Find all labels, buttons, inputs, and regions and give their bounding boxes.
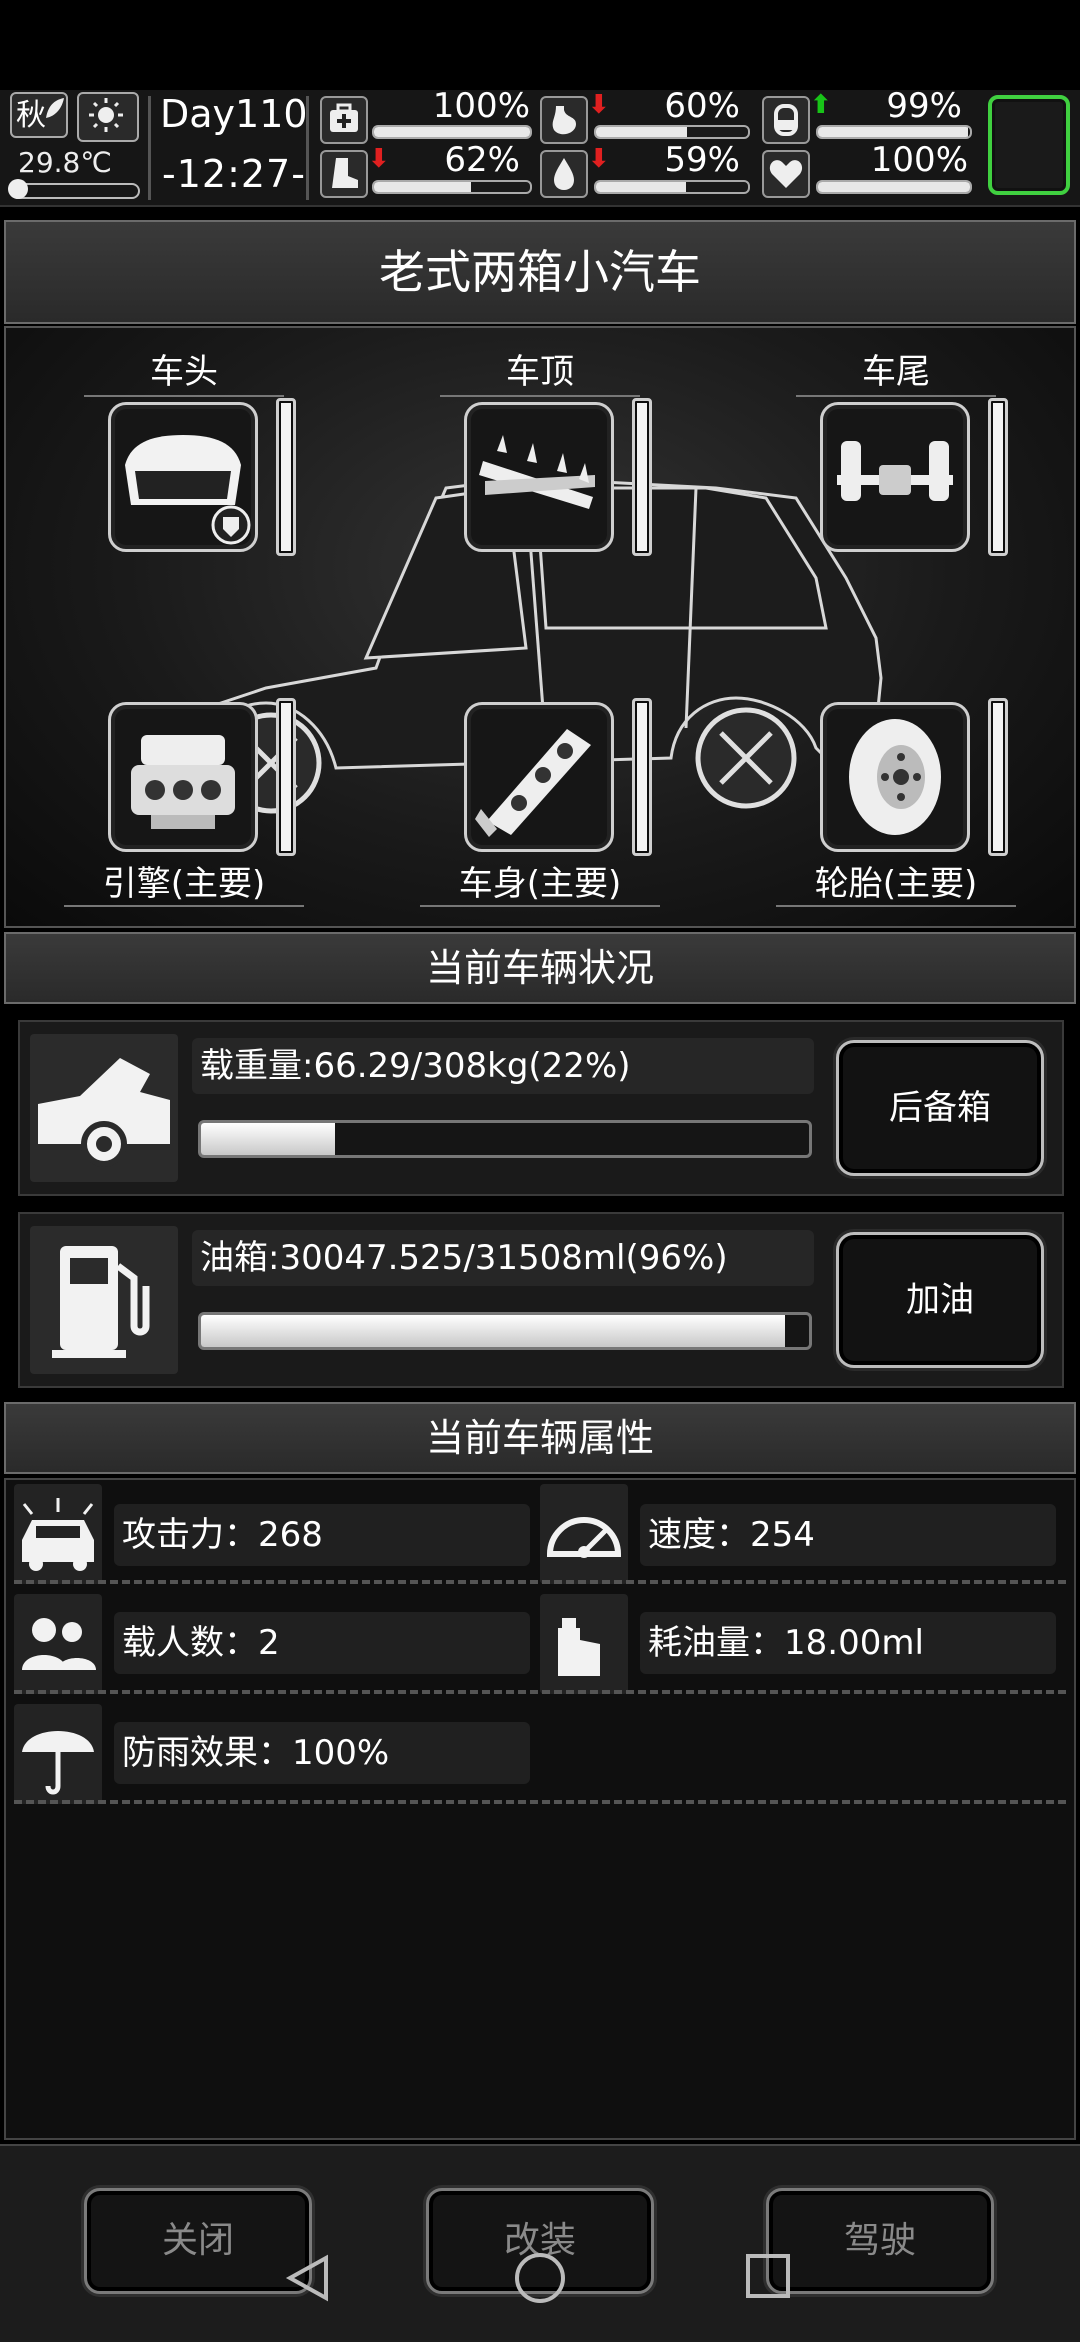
slot-engine-durability [276,698,296,856]
leaf-icon [46,98,64,118]
passengers-icon [14,1594,102,1694]
fatigue-bar [372,180,532,194]
health-bar [372,125,532,139]
slot-roof[interactable] [464,402,614,552]
rain-protection-stat: 防雨效果：100% [114,1722,530,1784]
slot-rear[interactable] [820,402,970,552]
health-value: 100% [432,86,530,126]
sun-icon [77,92,139,142]
season-badge: 秋 [10,92,68,138]
load-weight-text: 载重量:66.29/308kg(22%) [192,1038,814,1094]
hud-divider [148,96,151,200]
fuel-pump-icon [30,1226,178,1374]
rear-axle-icon [837,441,953,501]
thirst-value: 59% [664,140,740,180]
slot-front-durability [276,398,296,556]
chassis-icon [475,729,591,837]
slot-engine[interactable] [108,702,258,852]
divider [14,1690,1066,1694]
day-counter: Day110 [160,92,308,136]
slot-body-durability [632,698,652,856]
thirst-bar [594,180,750,194]
vehicle-name-title: 老式两箱小汽车 [4,220,1076,324]
fuel-tank-text: 油箱:30047.525/31508ml(96%) [192,1230,814,1286]
slot-tires-label: 轮胎(主要) [776,856,1016,907]
game-clock: -12:27- [162,152,306,196]
hud-divider [306,96,309,200]
slot-rear-label: 车尾 [796,344,996,397]
recents-icon [746,2254,790,2298]
tire-icon [849,719,941,835]
system-nav-bar [285,2253,790,2303]
slot-front-label: 车头 [84,344,284,397]
hunger-value: 60% [664,86,740,126]
slot-engine-label: 引擎(主要) [64,856,304,907]
attributes-section-title: 当前车辆属性 [4,1402,1076,1474]
speedometer-icon [540,1484,628,1584]
mood-value: 100% [870,140,968,180]
fatigue-value: 62% [444,140,520,180]
stamina-bar [816,125,972,139]
speed-stat: 速度：254 [640,1504,1056,1566]
slot-body-label: 车身(主要) [420,856,660,907]
thermometer-icon [8,179,140,199]
back-icon [285,2254,328,2302]
menu-button[interactable] [988,95,1070,195]
slot-roof-durability [632,398,652,556]
refuel-button[interactable]: 加油 [836,1232,1044,1368]
car-hood-icon [125,435,251,545]
mood-bar [816,180,972,194]
hunger-bar [594,125,750,139]
slot-tires-durability [988,698,1008,856]
status-section-title: 当前车辆状况 [4,932,1076,1004]
load-weight-bar [198,1120,812,1158]
heart-icon [762,150,810,198]
umbrella-icon [14,1704,102,1804]
attack-stat: 攻击力：268 [114,1504,530,1566]
slot-front[interactable] [108,402,258,552]
slot-tires[interactable] [820,702,970,852]
slot-rear-durability [988,398,1008,556]
stamina-value: 99% [886,86,962,126]
armored-car-icon [14,1484,102,1584]
passenger-capacity-stat: 载人数：2 [114,1612,530,1674]
slot-roof-label: 车顶 [440,344,640,397]
home-icon [515,2253,565,2303]
divider [14,1800,1066,1804]
oil-bottle-icon [540,1594,628,1694]
temperature-label: 29.8℃ [18,146,112,179]
medkit-icon [320,96,368,144]
trunk-button[interactable]: 后备箱 [836,1040,1044,1176]
roof-spikes-icon [479,435,595,509]
engine-icon [131,735,235,829]
fuel-consumption-stat: 耗油量：18.00ml [640,1612,1056,1674]
fuel-tank-bar [198,1312,812,1350]
divider [14,1580,1066,1584]
slot-body[interactable] [464,702,614,852]
car-trunk-icon [30,1034,178,1182]
